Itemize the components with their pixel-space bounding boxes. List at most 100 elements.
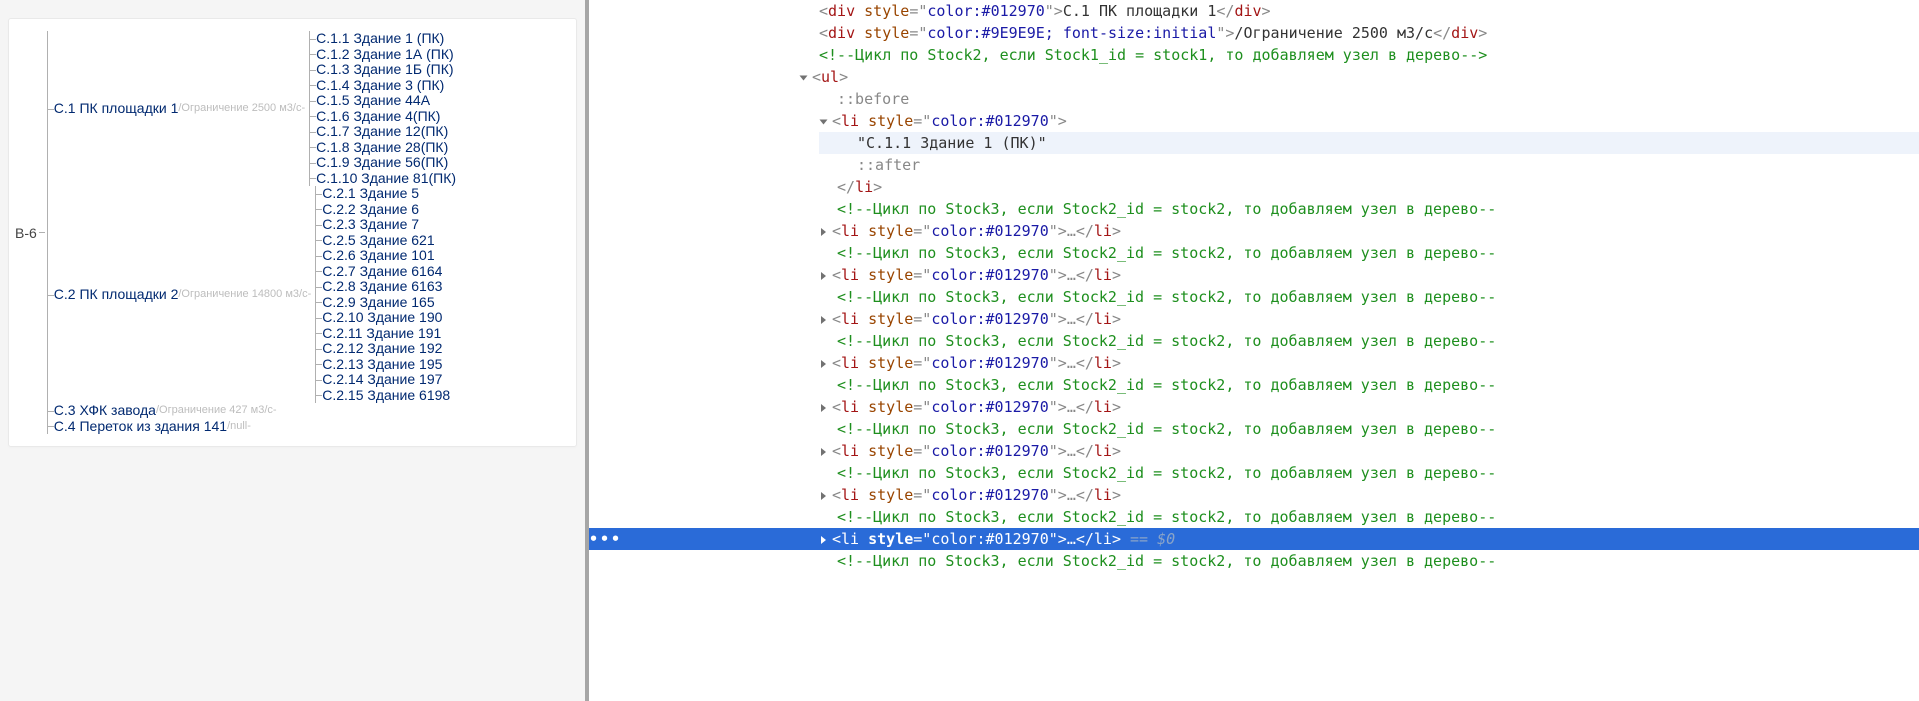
dom-line[interactable]: <!--Цикл по Stock2, если Stock1_id = sto… xyxy=(819,44,1919,66)
tree-node[interactable]: С.4 Переток из здания 141 /null- xyxy=(54,419,456,435)
ellipsis[interactable]: … xyxy=(1067,310,1076,328)
dom-line[interactable]: <!--Цикл по Stock3, если Stock2_id = sto… xyxy=(819,242,1919,264)
tree-leaf[interactable]: С.2.2 Здание 6 xyxy=(322,202,450,218)
dom-line[interactable]: <li style="color:#012970">…</li> xyxy=(819,352,1919,374)
ellipsis[interactable]: … xyxy=(1067,354,1076,372)
tree-node[interactable]: С.2 ПК площадки 2 /Ограничение 14800 м3/… xyxy=(54,287,315,303)
tree-leaf[interactable]: С.1.5 Здание 44А xyxy=(316,93,456,109)
tree-leaf-label[interactable]: С.2.1 Здание 5 xyxy=(322,186,419,202)
tree-leaf-label[interactable]: С.1.7 Здание 12(ПК) xyxy=(316,124,448,140)
tree-leaf[interactable]: С.1.4 Здание 3 (ПК) xyxy=(316,78,456,94)
dom-line[interactable]: <li style="color:#012970">…</li> xyxy=(819,220,1919,242)
tree-leaf-label[interactable]: С.2.2 Здание 6 xyxy=(322,202,419,218)
dom-line[interactable]: ::before xyxy=(819,88,1919,110)
tree-leaf-label[interactable]: С.2.3 Здание 7 xyxy=(322,217,419,233)
tree-leaf[interactable]: С.1.6 Здание 4(ПК) xyxy=(316,109,456,125)
overflow-icon[interactable]: ••• xyxy=(589,528,621,550)
tree-leaf-label[interactable]: С.1.10 Здание 81(ПК) xyxy=(316,171,456,187)
tree-leaf-label[interactable]: С.1.9 Здание 56(ПК) xyxy=(316,155,448,171)
tree-leaf[interactable]: С.2.15 Здание 6198 xyxy=(322,388,450,404)
dom-line[interactable]: <!--Цикл по Stock3, если Stock2_id = sto… xyxy=(819,550,1919,572)
tree-leaf-label[interactable]: С.2.5 Здание 621 xyxy=(322,233,434,249)
dom-line[interactable]: <div style="color:#9E9E9E; font-size:ini… xyxy=(819,22,1919,44)
tree-leaf-label[interactable]: С.1.6 Здание 4(ПК) xyxy=(316,109,440,125)
dom-line[interactable]: <li style="color:#012970">…</li> xyxy=(819,484,1919,506)
ellipsis[interactable]: … xyxy=(1067,530,1076,548)
ellipsis[interactable]: … xyxy=(1067,266,1076,284)
tree-leaf[interactable]: С.1.2 Здание 1А (ПК) xyxy=(316,47,456,63)
tree-leaf-label[interactable]: С.1.1 Здание 1 (ПК) xyxy=(316,31,444,47)
tree-leaf-label[interactable]: С.1.8 Здание 28(ПК) xyxy=(316,140,448,156)
dom-line[interactable]: <ul> xyxy=(801,66,1919,88)
tree-node-label[interactable]: С.1 ПК площадки 1 xyxy=(54,101,179,117)
tree-leaf[interactable]: С.2.8 Здание 6163 xyxy=(322,279,450,295)
dom-line[interactable]: <li style="color:#012970">…</li> xyxy=(819,264,1919,286)
tree-leaf[interactable]: С.1.1 Здание 1 (ПК) xyxy=(316,31,456,47)
tree-leaf-label[interactable]: С.2.14 Здание 197 xyxy=(322,372,442,388)
tree-leaf[interactable]: С.2.10 Здание 190 xyxy=(322,310,450,326)
ellipsis[interactable]: … xyxy=(1067,442,1076,460)
expand-icon[interactable] xyxy=(821,448,826,456)
dom-line[interactable]: <!--Цикл по Stock3, если Stock2_id = sto… xyxy=(819,374,1919,396)
tree-node-label[interactable]: С.2 ПК площадки 2 xyxy=(54,287,179,303)
dom-line[interactable]: <!--Цикл по Stock3, если Stock2_id = sto… xyxy=(819,286,1919,308)
tree-node-label[interactable]: С.3 ХФК завода xyxy=(54,403,156,419)
dom-line[interactable]: ::after xyxy=(819,154,1919,176)
tree-leaf[interactable]: С.2.9 Здание 165 xyxy=(322,295,450,311)
dom-line[interactable]: <li style="color:#012970"> xyxy=(819,110,1919,132)
ellipsis[interactable]: … xyxy=(1067,398,1076,416)
expand-icon[interactable] xyxy=(821,492,826,500)
devtools-panel[interactable]: <div style="color:#012970">С.1 ПК площад… xyxy=(585,0,1919,701)
dom-line[interactable]: <!--Цикл по Stock3, если Stock2_id = sto… xyxy=(819,198,1919,220)
dom-line[interactable]: <div style="color:#012970">С.1 ПК площад… xyxy=(819,0,1919,22)
tree-leaf[interactable]: С.1.9 Здание 56(ПК) xyxy=(316,155,456,171)
tree-leaf[interactable]: С.2.6 Здание 101 xyxy=(322,248,450,264)
dom-line-highlighted[interactable]: "С.1.1 Здание 1 (ПК)" xyxy=(819,132,1919,154)
tree-leaf-label[interactable]: С.2.7 Здание 6164 xyxy=(322,264,442,280)
tree-leaf[interactable]: С.2.12 Здание 192 xyxy=(322,341,450,357)
dom-line[interactable]: <!--Цикл по Stock3, если Stock2_id = sto… xyxy=(819,418,1919,440)
tree-leaf[interactable]: С.1.3 Здание 1Б (ПК) xyxy=(316,62,456,78)
expand-icon[interactable] xyxy=(821,272,826,280)
ellipsis[interactable]: … xyxy=(1067,222,1076,240)
tree-leaf-label[interactable]: С.2.9 Здание 165 xyxy=(322,295,434,311)
tree-leaf-label[interactable]: С.2.13 Здание 195 xyxy=(322,357,442,373)
tree-node[interactable]: С.3 ХФК завода /Ограничение 427 м3/с- xyxy=(54,403,456,419)
tree-leaf-label[interactable]: С.2.10 Здание 190 xyxy=(322,310,442,326)
dom-line[interactable]: <li style="color:#012970">…</li> xyxy=(819,396,1919,418)
tree-node[interactable]: С.1 ПК площадки 1 /Ограничение 2500 м3/с… xyxy=(54,101,309,117)
expand-icon[interactable] xyxy=(800,75,808,80)
dom-line[interactable]: <!--Цикл по Stock3, если Stock2_id = sto… xyxy=(819,330,1919,352)
tree-leaf[interactable]: С.2.11 Здание 191 xyxy=(322,326,450,342)
tree-leaf[interactable]: С.1.8 Здание 28(ПК) xyxy=(316,140,456,156)
expand-icon[interactable] xyxy=(821,404,826,412)
tree-leaf[interactable]: С.2.3 Здание 7 xyxy=(322,217,450,233)
tree-leaf-label[interactable]: С.2.8 Здание 6163 xyxy=(322,279,442,295)
expand-icon[interactable] xyxy=(821,536,826,544)
tree-leaf[interactable]: С.1.10 Здание 81(ПК) xyxy=(316,171,456,187)
dom-line[interactable]: <li style="color:#012970">…</li> xyxy=(819,440,1919,462)
tree-leaf-label[interactable]: С.2.15 Здание 6198 xyxy=(322,388,450,404)
dom-line[interactable]: </li> xyxy=(819,176,1919,198)
tree-leaf-label[interactable]: С.1.2 Здание 1А (ПК) xyxy=(316,47,454,63)
tree-leaf-label[interactable]: С.2.11 Здание 191 xyxy=(322,326,441,342)
dom-line[interactable]: <!--Цикл по Stock3, если Stock2_id = sto… xyxy=(819,462,1919,484)
dom-tree[interactable]: <div style="color:#012970">С.1 ПК площад… xyxy=(589,0,1919,572)
tree-leaf-label[interactable]: С.1.5 Здание 44А xyxy=(316,93,430,109)
tree-leaf[interactable]: С.2.7 Здание 6164 xyxy=(322,264,450,280)
expand-icon[interactable] xyxy=(821,228,826,236)
tree-leaf[interactable]: С.2.13 Здание 195 xyxy=(322,357,450,373)
tree-leaf-label[interactable]: С.1.3 Здание 1Б (ПК) xyxy=(316,62,453,78)
tree-leaf[interactable]: С.2.14 Здание 197 xyxy=(322,372,450,388)
ellipsis[interactable]: … xyxy=(1067,486,1076,504)
tree-leaf[interactable]: С.1.7 Здание 12(ПК) xyxy=(316,124,456,140)
tree-leaf[interactable]: С.2.5 Здание 621 xyxy=(322,233,450,249)
dom-line-selected[interactable]: ••• <li style="color:#012970">…</li> == … xyxy=(589,528,1919,550)
expand-icon[interactable] xyxy=(820,119,828,124)
tree-leaf-label[interactable]: С.2.6 Здание 101 xyxy=(322,248,434,264)
tree-root[interactable]: В-6 xyxy=(15,225,39,241)
tree-node-label[interactable]: С.4 Переток из здания 141 xyxy=(54,419,227,435)
expand-icon[interactable] xyxy=(821,316,826,324)
tree-leaf-label[interactable]: С.1.4 Здание 3 (ПК) xyxy=(316,78,444,94)
expand-icon[interactable] xyxy=(821,360,826,368)
